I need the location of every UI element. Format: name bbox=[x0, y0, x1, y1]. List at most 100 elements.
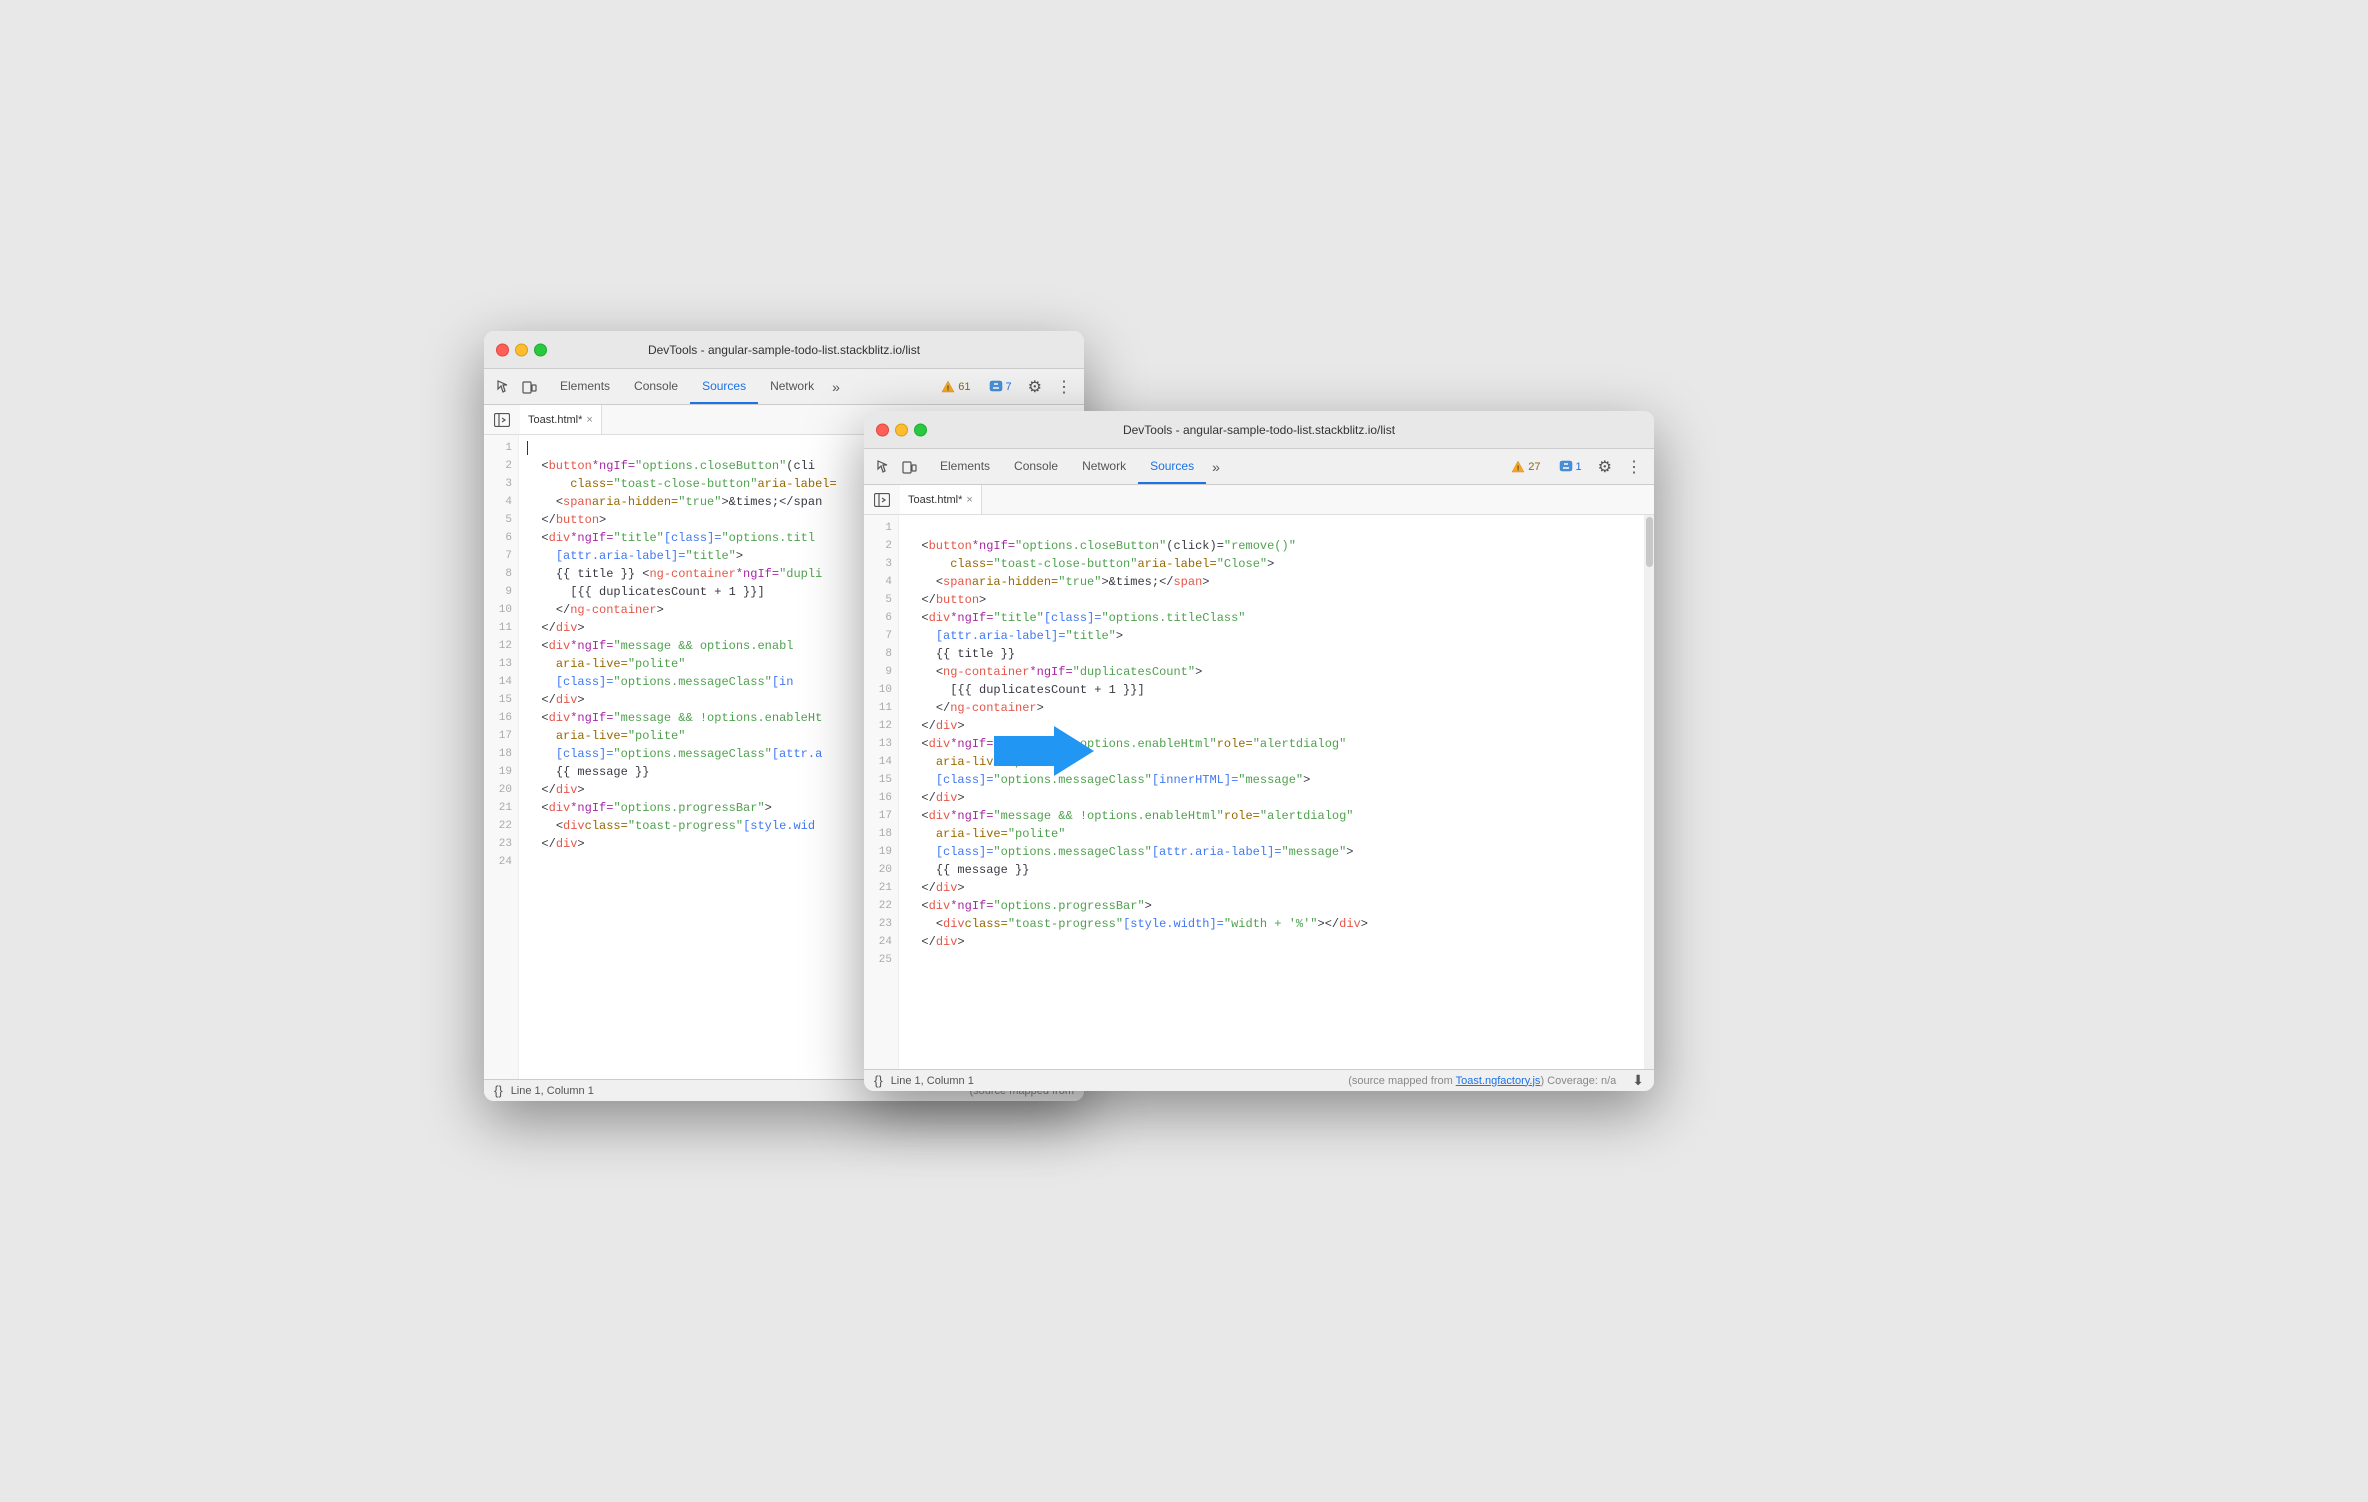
file-tabbar-front: Toast.html* × bbox=[864, 485, 1654, 515]
warning-icon-back: ! bbox=[941, 380, 955, 394]
close-button-back[interactable] bbox=[496, 343, 509, 356]
inspect-icon[interactable] bbox=[492, 376, 514, 398]
minimize-button-front[interactable] bbox=[895, 423, 908, 436]
devtools-tabs-back: Elements Console Sources Network » bbox=[548, 369, 935, 404]
code-line-21-front: </div> bbox=[907, 879, 1646, 897]
window-title-back: DevTools - angular-sample-todo-list.stac… bbox=[648, 343, 920, 357]
more-tabs-back[interactable]: » bbox=[826, 379, 846, 395]
window-content-front: Elements Console Network Sources » bbox=[864, 449, 1654, 1091]
code-line-11-front: </ng-container> bbox=[907, 699, 1646, 717]
sidebar-toggle-front[interactable] bbox=[872, 490, 892, 510]
code-content-front: 1 2 3 4 5 6 7 8 9 10 11 12 13 14 bbox=[864, 515, 1654, 1069]
close-button-front[interactable] bbox=[876, 423, 889, 436]
tab-console-front[interactable]: Console bbox=[1002, 449, 1070, 484]
tab-sources-back[interactable]: Sources bbox=[690, 369, 758, 404]
code-line-18-front: aria-live="polite" bbox=[907, 825, 1646, 843]
blue-arrow bbox=[994, 721, 1094, 781]
code-line-23-front: <div class="toast-progress" [style.width… bbox=[907, 915, 1646, 933]
device-icon-front[interactable] bbox=[898, 456, 920, 478]
titlebar-back: DevTools - angular-sample-todo-list.stac… bbox=[484, 331, 1084, 369]
info-badge-back[interactable]: 7 bbox=[983, 378, 1018, 396]
source-map-link-front[interactable]: Toast.ngfactory.js bbox=[1456, 1075, 1541, 1087]
code-line-25-front bbox=[907, 951, 1646, 969]
toolbar-icons-front bbox=[872, 456, 920, 478]
code-line-16-front: </div> bbox=[907, 789, 1646, 807]
scroll-icon-front[interactable]: ⬇ bbox=[1632, 1072, 1644, 1089]
tab-console-back[interactable]: Console bbox=[622, 369, 690, 404]
warning-badge-front[interactable]: ! 27 bbox=[1505, 458, 1546, 476]
code-line-10-front: [{{ duplicatesCount + 1 }}] bbox=[907, 681, 1646, 699]
window-title-front: DevTools - angular-sample-todo-list.stac… bbox=[1123, 423, 1395, 437]
more-options-back[interactable]: ⋮ bbox=[1052, 377, 1076, 397]
file-tab-front[interactable]: Toast.html* × bbox=[900, 485, 982, 514]
cursor-position-back: Line 1, Column 1 bbox=[511, 1085, 594, 1097]
format-icon-front[interactable]: {} bbox=[874, 1073, 883, 1088]
info-count-front: 1 bbox=[1576, 461, 1582, 473]
code-area-front: 1 2 3 4 5 6 7 8 9 10 11 12 13 14 bbox=[864, 515, 1654, 1069]
code-line-22-front: <div *ngIf="options.progressBar"> bbox=[907, 897, 1646, 915]
traffic-lights-back bbox=[496, 343, 547, 356]
line-numbers-back: 1 2 3 4 5 6 7 8 9 10 11 12 13 14 bbox=[484, 435, 519, 1079]
code-line-5-front: </button> bbox=[907, 591, 1646, 609]
tab-sources-front[interactable]: Sources bbox=[1138, 449, 1206, 484]
code-line-1-front bbox=[907, 519, 1646, 537]
code-line-7-front: [attr.aria-label]="title"> bbox=[907, 627, 1646, 645]
code-line-17-front: <div *ngIf="message && !options.enableHt… bbox=[907, 807, 1646, 825]
sidebar-toggle-back[interactable] bbox=[492, 410, 512, 430]
minimize-button-back[interactable] bbox=[515, 343, 528, 356]
code-line-19-front: [class]="options.messageClass" [attr.ari… bbox=[907, 843, 1646, 861]
more-tabs-front[interactable]: » bbox=[1206, 459, 1226, 475]
file-tab-close-front[interactable]: × bbox=[966, 494, 972, 506]
traffic-lights-front bbox=[876, 423, 927, 436]
more-options-front[interactable]: ⋮ bbox=[1622, 457, 1646, 477]
scrollbar-thumb-front[interactable] bbox=[1646, 517, 1653, 567]
file-tab-name-back: Toast.html* bbox=[528, 414, 582, 426]
toolbar-right-back: ! 61 7 ⚙ ⋮ bbox=[935, 377, 1076, 397]
code-line-8-front: {{ title }} bbox=[907, 645, 1646, 663]
file-tab-close-back[interactable]: × bbox=[586, 414, 592, 426]
settings-button-front[interactable]: ⚙ bbox=[1594, 457, 1616, 477]
code-line-6-front: <div *ngIf="title" [class]="options.titl… bbox=[907, 609, 1646, 627]
scrollbar-front[interactable] bbox=[1644, 515, 1654, 1069]
toolbar-right-front: ! 27 1 ⚙ ⋮ bbox=[1505, 457, 1646, 477]
titlebar-front: DevTools - angular-sample-todo-list.stac… bbox=[864, 411, 1654, 449]
code-line-3-front: class="toast-close-button" aria-label="C… bbox=[907, 555, 1646, 573]
code-line-20-front: {{ message }} bbox=[907, 861, 1646, 879]
status-bar-front: {} Line 1, Column 1 (source mapped from … bbox=[864, 1069, 1654, 1091]
code-line-24-front: </div> bbox=[907, 933, 1646, 951]
devtools-toolbar-back: Elements Console Sources Network » bbox=[484, 369, 1084, 405]
toolbar-icons-back bbox=[492, 376, 540, 398]
code-line-9-front: <ng-container *ngIf="duplicatesCount"> bbox=[907, 663, 1646, 681]
devtools-toolbar-front: Elements Console Network Sources » bbox=[864, 449, 1654, 485]
file-tab-name-front: Toast.html* bbox=[908, 494, 962, 506]
tab-elements-back[interactable]: Elements bbox=[548, 369, 622, 404]
device-icon[interactable] bbox=[518, 376, 540, 398]
settings-button-back[interactable]: ⚙ bbox=[1024, 377, 1046, 397]
info-icon-back bbox=[989, 380, 1003, 394]
code-lines-front[interactable]: <button *ngIf="options.closeButton" (cli… bbox=[899, 515, 1654, 1069]
maximize-button-front[interactable] bbox=[914, 423, 927, 436]
line-numbers-front: 1 2 3 4 5 6 7 8 9 10 11 12 13 14 bbox=[864, 515, 899, 1069]
devtools-window-front: DevTools - angular-sample-todo-list.stac… bbox=[864, 411, 1654, 1091]
info-badge-front[interactable]: 1 bbox=[1553, 458, 1588, 476]
tab-network-front[interactable]: Network bbox=[1070, 449, 1138, 484]
tab-elements-front[interactable]: Elements bbox=[928, 449, 1002, 484]
info-icon-front bbox=[1559, 460, 1573, 474]
devtools-tabs-front: Elements Console Network Sources » bbox=[928, 449, 1505, 484]
format-icon-back[interactable]: {} bbox=[494, 1083, 503, 1098]
file-tab-back[interactable]: Toast.html* × bbox=[520, 405, 602, 434]
source-map-front: (source mapped from Toast.ngfactory.js) … bbox=[1348, 1075, 1616, 1087]
code-line-4-front: <span aria-hidden="true">&times;</span> bbox=[907, 573, 1646, 591]
svg-text:!: ! bbox=[947, 385, 949, 392]
info-count-back: 7 bbox=[1006, 381, 1012, 393]
warning-count-back: 61 bbox=[958, 381, 970, 393]
warning-count-front: 27 bbox=[1528, 461, 1540, 473]
code-line-2-front: <button *ngIf="options.closeButton" (cli… bbox=[907, 537, 1646, 555]
tab-network-back[interactable]: Network bbox=[758, 369, 826, 404]
inspect-icon-front[interactable] bbox=[872, 456, 894, 478]
svg-text:!: ! bbox=[1517, 465, 1519, 472]
warning-icon-front: ! bbox=[1511, 460, 1525, 474]
cursor-position-front: Line 1, Column 1 bbox=[891, 1075, 974, 1087]
warning-badge-back[interactable]: ! 61 bbox=[935, 378, 976, 396]
maximize-button-back[interactable] bbox=[534, 343, 547, 356]
